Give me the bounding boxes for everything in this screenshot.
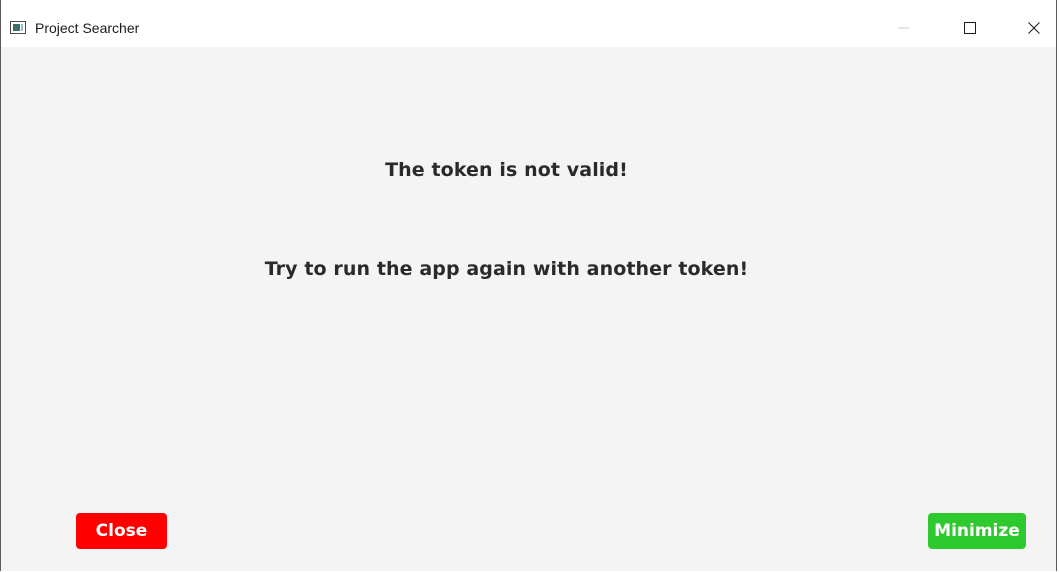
window-title: Project Searcher (35, 20, 140, 36)
app-icon (10, 21, 26, 34)
close-icon (1028, 22, 1040, 34)
error-message: The token is not valid! (385, 159, 628, 181)
title-bar[interactable]: Project Searcher (1, 0, 1056, 47)
dialog-content: The token is not valid! Try to run the a… (1, 47, 1056, 571)
maximize-icon (964, 22, 976, 34)
window-minimize-button[interactable] (881, 8, 927, 48)
instruction-message: Try to run the app again with another to… (264, 258, 749, 280)
close-button[interactable]: Close (76, 513, 167, 549)
minimize-icon (898, 27, 909, 29)
window-maximize-button[interactable] (947, 8, 993, 48)
window-close-button[interactable] (1011, 8, 1057, 48)
app-window: Project Searcher The token is not valid!… (0, 0, 1057, 571)
minimize-button[interactable]: Minimize (928, 513, 1026, 549)
